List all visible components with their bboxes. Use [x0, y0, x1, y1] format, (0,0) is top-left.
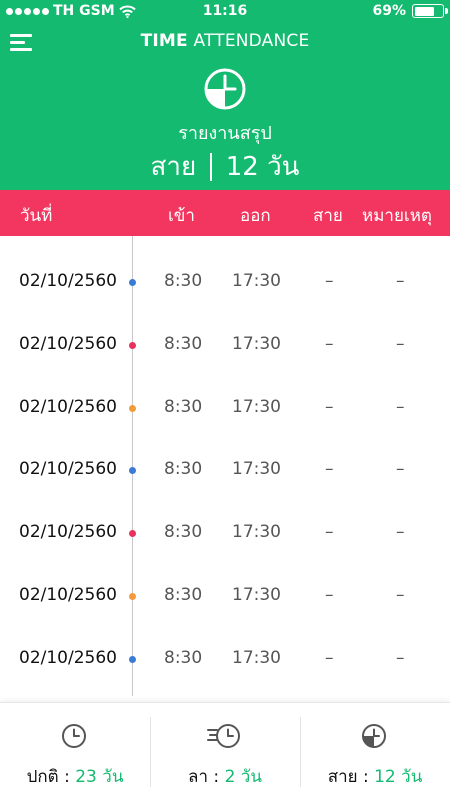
row-note: –: [396, 459, 405, 479]
report-summary-label: รายงานสรุป: [178, 123, 272, 144]
summary-normal-label: ปกติ :: [26, 767, 70, 787]
row-check-out: 17:30: [232, 459, 281, 479]
row-check-out: 17:30: [232, 271, 281, 291]
row-late: –: [325, 648, 334, 668]
row-date: 02/10/2560: [19, 522, 117, 542]
summary-normal[interactable]: ปกติ : 23 วัน: [0, 703, 150, 800]
app-title-bold: TIME: [140, 31, 188, 51]
battery-icon: [412, 4, 448, 18]
row-check-in: 8:30: [164, 522, 203, 542]
row-late: –: [325, 522, 334, 542]
row-check-out: 17:30: [232, 334, 281, 354]
row-check-in: 8:30: [164, 271, 203, 291]
row-late: –: [325, 397, 334, 417]
summary-footer: ปกติ : 23 วัน ลา : 2 วัน สาย : 12 วัน: [0, 702, 450, 800]
column-header-late: สาย: [313, 206, 343, 226]
row-note: –: [396, 334, 405, 354]
row-check-in: 8:30: [164, 648, 203, 668]
row-date: 02/10/2560: [19, 271, 117, 291]
status-dot: [129, 593, 136, 600]
app-title-rest: ATTENDANCE: [193, 31, 310, 51]
status-dot: [129, 279, 136, 286]
row-check-in: 8:30: [164, 334, 203, 354]
table-row[interactable]: 02/10/2560 8:30 17:30 – –: [0, 261, 450, 301]
battery-indicator: 69%: [372, 3, 448, 19]
clock-quarter-icon: [362, 724, 386, 748]
row-check-out: 17:30: [232, 397, 281, 417]
battery-percent: 69%: [372, 3, 406, 19]
status-dot: [129, 530, 136, 537]
row-date: 02/10/2560: [19, 459, 117, 479]
row-check-out: 17:30: [232, 585, 281, 605]
summary-normal-value: 23 วัน: [75, 767, 124, 787]
row-note: –: [396, 522, 405, 542]
summary-divider: [210, 152, 212, 181]
column-header-check-in: เข้า: [168, 206, 195, 226]
table-header: วันที่ เข้า ออก สาย หมายเหตุ: [0, 190, 450, 236]
table-row[interactable]: 02/10/2560 8:30 17:30 – –: [0, 387, 450, 427]
summary-leave-label: ลา :: [188, 767, 220, 787]
row-check-in: 8:30: [164, 459, 203, 479]
late-summary-label: สาย: [150, 152, 197, 182]
clock-icon: [204, 68, 246, 110]
row-note: –: [396, 648, 405, 668]
status-bar: TH GSM 11:16 69%: [0, 0, 450, 22]
row-date: 02/10/2560: [19, 334, 117, 354]
app-title: TIME ATTENDANCE: [0, 31, 450, 51]
summary-late-value: 12 วัน: [374, 767, 423, 787]
row-check-in: 8:30: [164, 585, 203, 605]
table-row[interactable]: 02/10/2560 8:30 17:30 – –: [0, 324, 450, 364]
summary-late[interactable]: สาย : 12 วัน: [300, 703, 450, 800]
row-date: 02/10/2560: [19, 648, 117, 668]
row-check-out: 17:30: [232, 648, 281, 668]
row-late: –: [325, 459, 334, 479]
column-header-note: หมายเหตุ: [362, 206, 432, 226]
fast-clock-icon: [207, 724, 240, 748]
summary-late-label: สาย :: [327, 767, 369, 787]
column-header-date: วันที่: [20, 206, 53, 226]
row-date: 02/10/2560: [19, 585, 117, 605]
row-note: –: [396, 271, 405, 291]
row-late: –: [325, 334, 334, 354]
status-dot: [129, 467, 136, 474]
row-check-in: 8:30: [164, 397, 203, 417]
table-row[interactable]: 02/10/2560 8:30 17:30 – –: [0, 512, 450, 552]
summary-normal-text: ปกติ : 23 วัน: [0, 763, 150, 790]
late-summary: สาย 12 วัน: [0, 146, 450, 187]
summary-late-text: สาย : 12 วัน: [300, 763, 450, 790]
summary-leave-text: ลา : 2 วัน: [150, 763, 300, 790]
clock-icon: [62, 724, 86, 748]
summary-leave[interactable]: ลา : 2 วัน: [150, 703, 300, 800]
status-dot: [129, 405, 136, 412]
app-header: TIME ATTENDANCE รายงานสรุป สาย 12 วัน: [0, 22, 450, 190]
late-summary-value: 12 วัน: [225, 152, 300, 182]
row-check-out: 17:30: [232, 522, 281, 542]
row-date: 02/10/2560: [19, 397, 117, 417]
row-late: –: [325, 271, 334, 291]
summary-leave-value: 2 วัน: [224, 767, 262, 787]
status-dot: [129, 656, 136, 663]
table-row[interactable]: 02/10/2560 8:30 17:30 – –: [0, 638, 450, 678]
table-row[interactable]: 02/10/2560 8:30 17:30 – –: [0, 575, 450, 615]
row-note: –: [396, 585, 405, 605]
column-header-check-out: ออก: [240, 206, 271, 226]
table-row[interactable]: 02/10/2560 8:30 17:30 – –: [0, 449, 450, 489]
row-note: –: [396, 397, 405, 417]
status-dot: [129, 342, 136, 349]
row-late: –: [325, 585, 334, 605]
